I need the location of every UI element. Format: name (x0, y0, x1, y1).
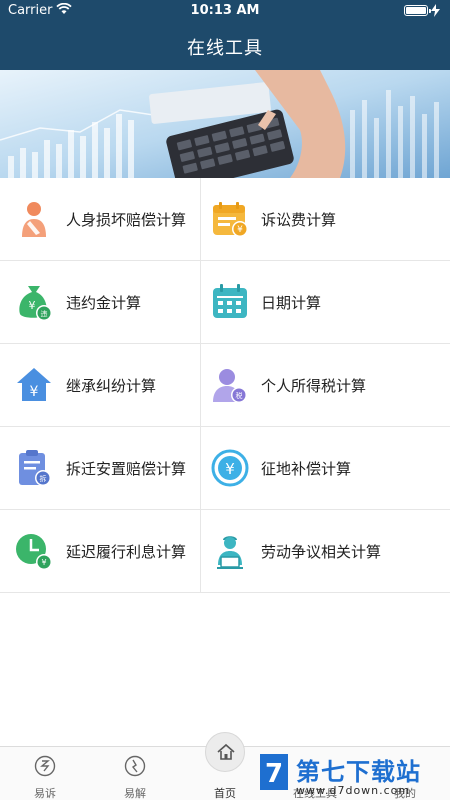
tool-label: 征地补偿计算 (261, 460, 352, 478)
svg-text:税: 税 (236, 391, 243, 400)
tool-personal-injury[interactable]: 人身损坏赔偿计算 (0, 178, 201, 260)
banner-image (0, 70, 450, 178)
tool-label: 违约金计算 (66, 294, 142, 312)
yuan-circle-icon: ¥ (211, 449, 249, 487)
status-time: 10:13 AM (190, 3, 260, 18)
tab-yijie[interactable]: 易解 (90, 747, 180, 800)
person-tax-icon: 税 (213, 369, 247, 403)
tool-label: 延迟履行利息计算 (66, 543, 187, 561)
calculator-hand-illustration (0, 70, 450, 178)
tools-row: ¥ 延迟履行利息计算 劳动争议相关计算 (0, 510, 450, 593)
watermark-logo-letter: 7 (265, 759, 283, 789)
watermark-logo: 7 (260, 754, 288, 790)
tool-label: 继承纠纷计算 (66, 377, 157, 395)
home-button[interactable] (205, 732, 245, 772)
tool-label: 个人所得税计算 (261, 377, 367, 395)
tool-labor-dispute[interactable]: 劳动争议相关计算 (201, 510, 450, 592)
tools-row: 人身损坏赔偿计算 ¥ 诉讼费计算 (0, 178, 450, 261)
tool-label: 人身损坏赔偿计算 (66, 211, 187, 229)
home-icon (217, 743, 235, 760)
watermark-url: www.d7down.com (296, 784, 411, 797)
tool-late-interest[interactable]: ¥ 延迟履行利息计算 (0, 510, 201, 592)
battery-icon (404, 5, 431, 16)
calendar-icon (213, 284, 247, 318)
house-yuan-icon: ¥ (17, 368, 51, 401)
watermark-title: 第七下载站 (296, 758, 421, 786)
svg-text:¥: ¥ (29, 299, 36, 312)
tool-date-calc[interactable]: 日期计算 (201, 261, 450, 343)
screen: Carrier 10:13 AM 在线工具 人身损坏赔偿计算 ¥ 诉讼费计算 ¥… (0, 0, 450, 800)
navigation-bar: Carrier 10:13 AM 在线工具 (0, 0, 450, 70)
tool-label: 拆迁安置赔偿计算 (66, 460, 187, 478)
svg-text:¥: ¥ (237, 225, 243, 235)
status-bar: Carrier 10:13 AM (0, 0, 450, 22)
watermark: 7 第七下载站 www.d7down.com (256, 748, 450, 800)
tool-land-compensation[interactable]: ¥ 征地补偿计算 (201, 427, 450, 509)
svg-text:¥: ¥ (41, 558, 46, 567)
tab-yisu[interactable]: 易诉 (0, 747, 90, 800)
tool-label: 诉讼费计算 (261, 211, 337, 229)
tool-breach-penalty[interactable]: ¥ 违 违约金计算 (0, 261, 201, 343)
tool-demolition[interactable]: 拆 拆迁安置赔偿计算 (0, 427, 201, 509)
svg-text:拆: 拆 (40, 474, 47, 483)
svg-text:¥: ¥ (30, 384, 39, 400)
svg-text:违: 违 (41, 310, 48, 318)
tool-litigation-fee[interactable]: ¥ 诉讼费计算 (201, 178, 450, 260)
tool-label: 日期计算 (261, 294, 322, 312)
injury-person-icon (22, 202, 46, 237)
tool-inheritance[interactable]: ¥ 继承纠纷计算 (0, 344, 201, 426)
svg-text:¥: ¥ (225, 460, 235, 478)
yijie-icon (124, 755, 146, 777)
clipboard-demolish-icon: 拆 (19, 450, 51, 486)
tools-row: ¥ 违 违约金计算 日期计算 (0, 261, 450, 344)
tools-grid: 人身损坏赔偿计算 ¥ 诉讼费计算 ¥ 违 违约金计算 日期计算 ¥ 继承纠纷计算… (0, 178, 450, 593)
tools-row: 拆 拆迁安置赔偿计算 ¥ 征地补偿计算 (0, 427, 450, 510)
clock-yuan-icon: ¥ (16, 534, 52, 570)
yisu-icon (34, 755, 56, 777)
tab-label: 易诉 (34, 787, 56, 800)
tool-label: 劳动争议相关计算 (261, 543, 382, 561)
page-title: 在线工具 (187, 38, 263, 59)
tool-income-tax[interactable]: 税 个人所得税计算 (201, 344, 450, 426)
calendar-yuan-icon: ¥ (213, 202, 248, 237)
charging-icon (431, 4, 440, 17)
worker-laptop-icon (217, 536, 243, 569)
money-bag-icon: ¥ 违 (19, 286, 52, 321)
tab-label: 易解 (124, 787, 146, 800)
tools-row: ¥ 继承纠纷计算 税 个人所得税计算 (0, 344, 450, 427)
